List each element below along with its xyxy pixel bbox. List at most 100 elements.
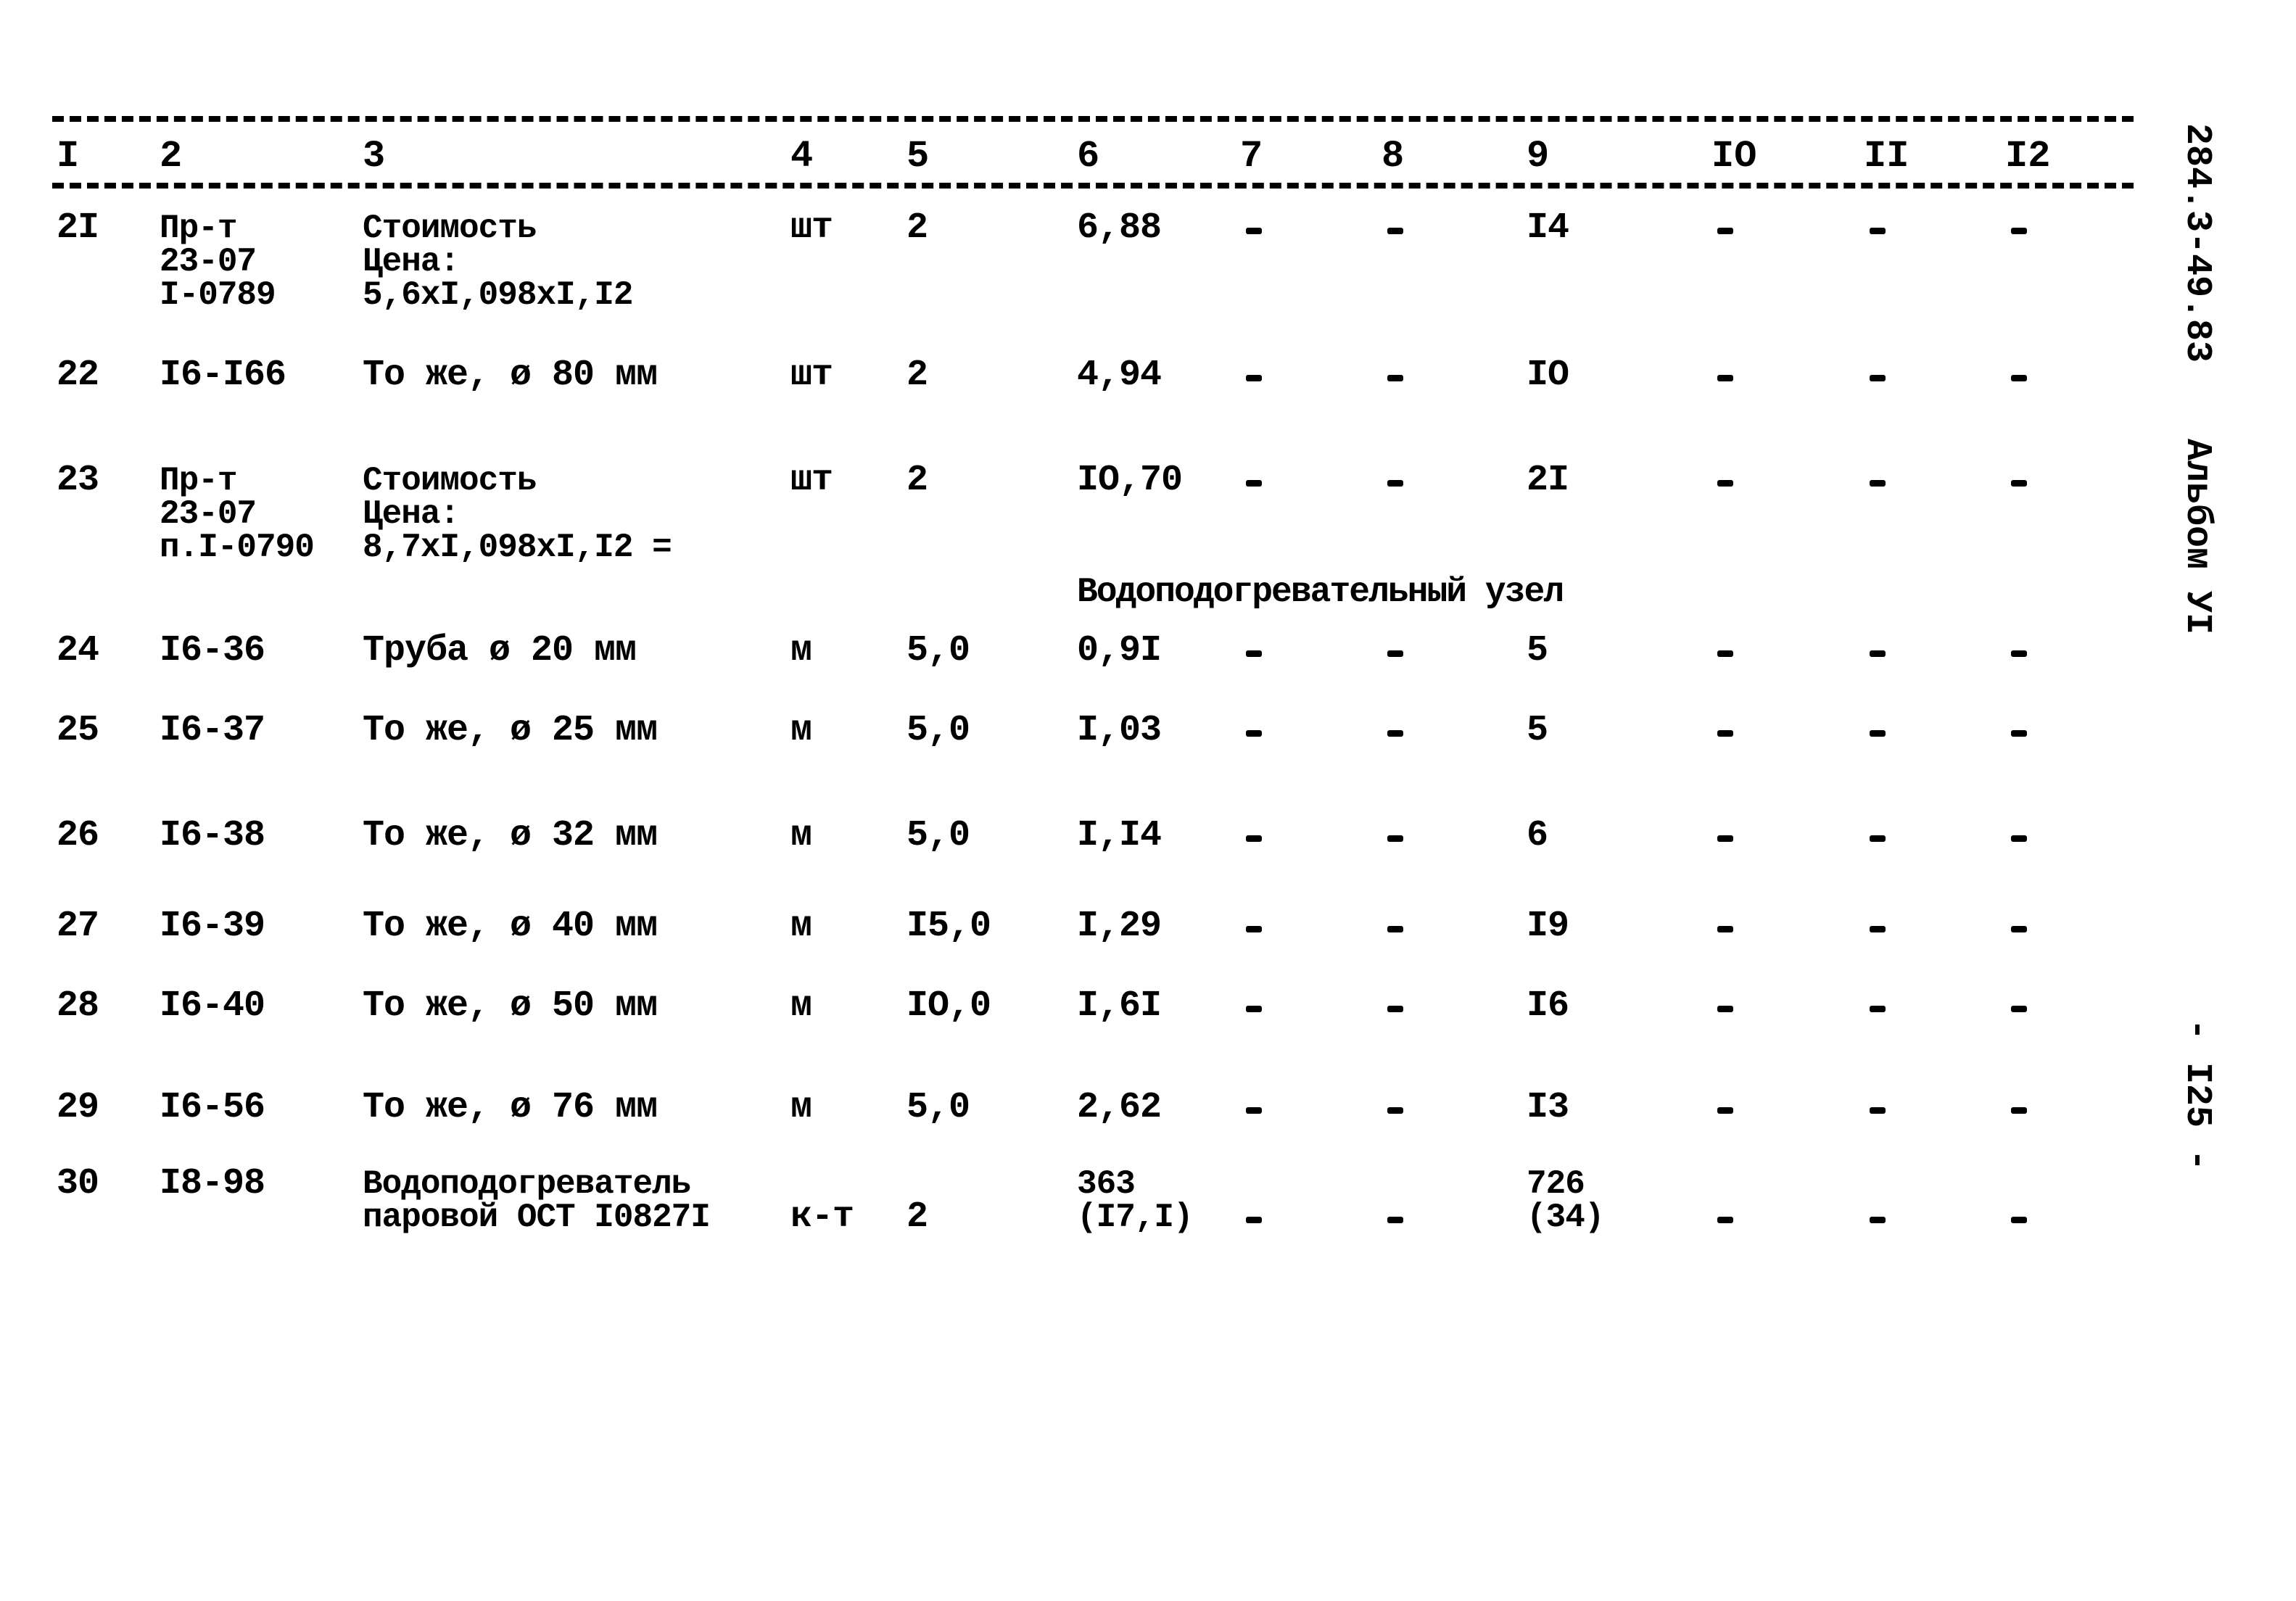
column-header: 7 — [1240, 135, 1263, 178]
quantity: 5,0 — [907, 815, 970, 856]
empty-cell-dash — [1870, 1006, 1886, 1012]
description: То же, ø 50 мм — [363, 985, 658, 1027]
empty-cell-dash — [1387, 650, 1403, 657]
unit-price: 6,88 — [1077, 207, 1162, 249]
row-number: 23 — [57, 460, 99, 501]
empty-cell-dash — [1246, 1217, 1262, 1223]
quantity: 5,0 — [907, 1087, 970, 1128]
code: I6-40 — [160, 985, 265, 1027]
empty-cell-dash — [2011, 926, 2027, 932]
unit: м — [790, 906, 812, 947]
column-header: 8 — [1382, 135, 1405, 178]
row-number: 2I — [57, 207, 99, 249]
empty-cell-dash — [1870, 926, 1886, 932]
empty-cell-dash — [1870, 1107, 1886, 1114]
column-header: I2 — [2005, 135, 2051, 178]
empty-cell-dash — [1717, 1006, 1733, 1012]
empty-cell-dash — [1870, 375, 1886, 381]
description: Водоподогреватель паровой ОСТ I0827I — [363, 1165, 711, 1236]
code: I6-38 — [160, 815, 265, 856]
empty-cell-dash — [1246, 375, 1262, 381]
description: То же, ø 32 мм — [363, 815, 658, 856]
empty-cell-dash — [1246, 835, 1262, 842]
column-header: II — [1864, 135, 1909, 178]
column-header: I — [57, 135, 80, 178]
code: I6-56 — [160, 1087, 265, 1128]
empty-cell-dash — [1387, 480, 1403, 487]
empty-cell-dash — [1870, 835, 1886, 842]
row-number: 24 — [57, 630, 99, 671]
empty-cell-dash — [2011, 650, 2027, 657]
total: 5 — [1527, 630, 1548, 671]
empty-cell-dash — [1387, 1107, 1403, 1114]
column-header: 9 — [1527, 135, 1550, 178]
empty-cell-dash — [1246, 926, 1262, 932]
unit-price: 363 (I7,I) — [1077, 1165, 1194, 1236]
empty-cell-dash — [1717, 375, 1733, 381]
empty-cell-dash — [1870, 1217, 1886, 1223]
column-header: 6 — [1077, 135, 1100, 178]
unit-price: I,03 — [1077, 710, 1162, 751]
unit-price: IO,70 — [1077, 460, 1183, 501]
total: I4 — [1527, 207, 1569, 249]
description: То же, ø 40 мм — [363, 906, 658, 947]
row-number: 30 — [57, 1163, 99, 1204]
code: Пр-т 23-07 п.I-0790 — [160, 462, 315, 566]
unit-price: I,6I — [1077, 985, 1162, 1027]
empty-cell-dash — [1387, 926, 1403, 932]
total: IO — [1527, 355, 1569, 396]
column-header: 3 — [363, 135, 386, 178]
row-number: 22 — [57, 355, 99, 396]
unit-price: 2,62 — [1077, 1087, 1162, 1128]
description: То же, ø 25 мм — [363, 710, 658, 751]
empty-cell-dash — [1717, 1107, 1733, 1114]
row-number: 26 — [57, 815, 99, 856]
quantity: I5,0 — [907, 906, 991, 947]
album-label: Альбом УI — [2176, 439, 2218, 635]
unit: шт — [790, 460, 833, 501]
total: 5 — [1527, 710, 1548, 751]
empty-cell-dash — [2011, 1107, 2027, 1114]
quantity: 5,0 — [907, 710, 970, 751]
empty-cell-dash — [2011, 1006, 2027, 1012]
column-header: 5 — [907, 135, 930, 178]
quantity: 2 — [907, 355, 928, 396]
description: Стоимость Цена: 8,7xI,098xI,I2 = — [363, 462, 672, 566]
row-number: 28 — [57, 985, 99, 1027]
empty-cell-dash — [1870, 228, 1886, 234]
unit: шт — [790, 355, 833, 396]
table-header-rule — [52, 183, 2134, 189]
row-number: 25 — [57, 710, 99, 751]
empty-cell-dash — [1717, 835, 1733, 842]
quantity: 2 — [907, 207, 928, 249]
empty-cell-dash — [1387, 375, 1403, 381]
total: 726 (34) — [1527, 1165, 1604, 1236]
unit: м — [790, 710, 812, 751]
total: I9 — [1527, 906, 1569, 947]
unit: м — [790, 985, 812, 1027]
page-number: - I25 - — [2176, 1019, 2218, 1172]
unit-price: 4,94 — [1077, 355, 1162, 396]
unit-price: I,I4 — [1077, 815, 1162, 856]
empty-cell-dash — [1717, 730, 1733, 737]
empty-cell-dash — [1387, 730, 1403, 737]
code: I6-39 — [160, 906, 265, 947]
unit: шт — [790, 207, 833, 249]
empty-cell-dash — [1717, 228, 1733, 234]
quantity: 2 — [907, 1196, 928, 1238]
total: 2I — [1527, 460, 1569, 501]
empty-cell-dash — [2011, 835, 2027, 842]
empty-cell-dash — [1717, 650, 1733, 657]
total: 6 — [1527, 815, 1548, 856]
empty-cell-dash — [1387, 835, 1403, 842]
row-number: 27 — [57, 906, 99, 947]
unit: м — [790, 1087, 812, 1128]
empty-cell-dash — [1246, 730, 1262, 737]
quantity: IO,0 — [907, 985, 991, 1027]
description: Труба ø 20 мм — [363, 630, 637, 671]
unit: к-т — [790, 1196, 854, 1238]
description: То же, ø 76 мм — [363, 1087, 658, 1128]
unit: м — [790, 815, 812, 856]
empty-cell-dash — [2011, 730, 2027, 737]
empty-cell-dash — [1870, 730, 1886, 737]
